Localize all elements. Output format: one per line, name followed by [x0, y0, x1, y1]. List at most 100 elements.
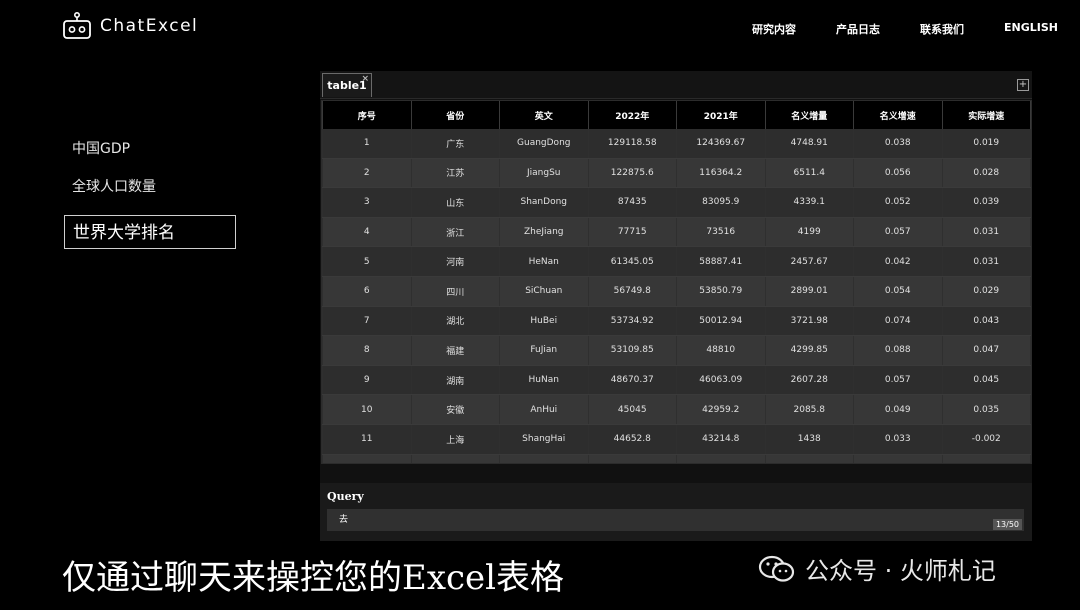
table-row[interactable]: 3 山东 ShanDong 87435 83095.9 4339.1 0.052 0.039 — [322, 187, 1031, 218]
table-row[interactable]: 10 安徽 AnHui 45045 42959.2 2085.8 0.049 0.035 — [322, 394, 1031, 425]
sidebar-item-china-gdp[interactable]: 中国GDP — [64, 135, 236, 173]
table-cell: -0.002 — [941, 424, 1031, 455]
table-cell: 湖南 — [410, 365, 500, 396]
table-cell: 0.054 — [853, 276, 943, 307]
table-cell: 0.019 — [941, 129, 1031, 159]
table-row[interactable]: 4 浙江 ZheJiang 77715 73516 4199 0.057 0.031 — [322, 217, 1031, 248]
table-cell: 河北 — [410, 454, 500, 463]
table-cell: 0.088 — [853, 335, 943, 366]
table-cell: 0.035 — [941, 394, 1031, 425]
table-cell: JiangSu — [499, 158, 589, 189]
tab-bar: table1 × + — [320, 71, 1032, 99]
table-cell: 安徽 — [410, 394, 500, 425]
column-header[interactable]: 实际增速 — [941, 101, 1031, 129]
table-cell: 0.031 — [941, 246, 1031, 277]
table-cell: 4339.1 — [764, 187, 854, 218]
table-cell: 4199 — [764, 217, 854, 248]
table-cell: 1 — [322, 129, 412, 159]
sidebar-item-university-ranking[interactable]: 世界大学排名 — [64, 215, 236, 249]
data-table-scroll[interactable]: 序号 省份 英文 2022年 2021年 名义增量 名义增速 实际增速 1 广东 GuangDon… — [321, 100, 1032, 464]
add-tab-icon[interactable]: + — [1017, 79, 1029, 91]
table-cell: 58887.41 — [676, 246, 766, 277]
column-header[interactable]: 名义增速 — [853, 101, 943, 129]
table-cell: 0.043 — [941, 306, 1031, 337]
table-cell: 福建 — [410, 335, 500, 366]
table-cell: 0.049 — [853, 394, 943, 425]
table-cell: 42370.4 — [587, 454, 677, 463]
table-cell: AnHui — [499, 394, 589, 425]
table-cell: 湖北 — [410, 306, 500, 337]
table-cell: 124369.67 — [676, 129, 766, 159]
close-icon[interactable]: × — [361, 67, 369, 91]
table-cell: 0.039 — [941, 187, 1031, 218]
table-cell: 48810 — [676, 335, 766, 366]
table-cell: 四川 — [410, 276, 500, 307]
table-header-row: 序号 省份 英文 2022年 2021年 名义增量 名义增速 实际增速 — [322, 101, 1031, 129]
table-row[interactable]: 7 湖北 HuBei 53734.92 50012.94 3721.98 0.074 0.04… — [322, 306, 1031, 337]
query-input[interactable]: 去 — [327, 509, 1024, 531]
robot-icon — [63, 12, 91, 39]
table-cell: 50012.94 — [676, 306, 766, 337]
table-cell: HeBei — [499, 454, 589, 463]
table-cell: 0.057 — [853, 365, 943, 396]
table-cell: 129118.58 — [587, 129, 677, 159]
table-cell: 2457.67 — [764, 246, 854, 277]
table-cell: 8 — [322, 335, 412, 366]
table-cell: 2085.8 — [764, 394, 854, 425]
column-header[interactable]: 2021年 — [676, 101, 766, 129]
nav-changelog[interactable]: 产品日志 — [836, 21, 880, 37]
table-cell: 2607.28 — [764, 365, 854, 396]
table-row[interactable]: 1 广东 GuangDong 129118.58 124369.67 4748.91 0.0… — [322, 129, 1031, 159]
table-row[interactable]: 5 河南 HeNan 61345.05 58887.41 2457.67 0.042 0.03… — [322, 246, 1031, 277]
table-cell: 0.038 — [853, 129, 943, 159]
table-cell: 0.074 — [853, 306, 943, 337]
table-row[interactable]: 8 福建 FuJian 53109.85 48810 4299.85 0.088 0.047 — [322, 335, 1031, 366]
tab-table1[interactable]: table1 × — [322, 73, 372, 97]
query-label: Query — [327, 490, 364, 503]
table-cell: FuJian — [499, 335, 589, 366]
table-cell: 河南 — [410, 246, 500, 277]
caption: 仅通过聊天来操控您的Excel表格 — [62, 558, 565, 598]
table-cell: 40391.3 — [676, 454, 766, 463]
table-cell: 122875.6 — [587, 158, 677, 189]
table-row[interactable]: 11 上海 ShangHai 44652.8 43214.8 1438 0.033 -0.00… — [322, 424, 1031, 455]
table-cell: 53109.85 — [587, 335, 677, 366]
column-header[interactable]: 序号 — [322, 101, 412, 129]
logo[interactable]: ChatExcel — [62, 12, 198, 40]
table-cell: 53850.79 — [676, 276, 766, 307]
table-cell: 46063.09 — [676, 365, 766, 396]
logo-text: ChatExcel — [100, 16, 199, 36]
table-cell: 上海 — [410, 424, 500, 455]
table-cell: 1979.1 — [764, 454, 854, 463]
table-cell: 3721.98 — [764, 306, 854, 337]
watermark-text: 公众号 · 火师札记 — [805, 557, 996, 585]
table-cell: 56749.8 — [587, 276, 677, 307]
table-row[interactable]: 9 湖南 HuNan 48670.37 46063.09 2607.28 0.057 0.04… — [322, 365, 1031, 396]
column-header[interactable]: 省份 — [410, 101, 500, 129]
table-cell: 江苏 — [410, 158, 500, 189]
sidebar-item-world-population[interactable]: 全球人口数量 — [64, 173, 236, 211]
table-body: 1 广东 GuangDong 129118.58 124369.67 4748.91 0.0… — [322, 129, 1031, 463]
table-cell: 4299.85 — [764, 335, 854, 366]
table-cell: 山东 — [410, 187, 500, 218]
table-cell: 4748.91 — [764, 129, 854, 159]
nav-research[interactable]: 研究内容 — [752, 21, 796, 37]
column-header[interactable]: 2022年 — [587, 101, 677, 129]
query-char-count: 13/50 — [992, 519, 1022, 530]
table-cell: 0.045 — [941, 365, 1031, 396]
column-header[interactable]: 英文 — [499, 101, 589, 129]
table-cell: 0.049 — [853, 454, 943, 463]
nav-contact[interactable]: 联系我们 — [920, 21, 964, 37]
table-cell: HuBei — [499, 306, 589, 337]
table-cell: GuangDong — [499, 129, 589, 159]
table-cell: SiChuan — [499, 276, 589, 307]
table-cell: 116364.2 — [676, 158, 766, 189]
sidebar: 中国GDP 全球人口数量 世界大学排名 — [64, 135, 236, 249]
column-header[interactable]: 名义增量 — [764, 101, 854, 129]
table-row[interactable]: 6 四川 SiChuan 56749.8 53850.79 2899.01 0.054 0.0… — [322, 276, 1031, 307]
table-row[interactable]: 12河北HeBei42370.440391.31979.10.0490.038 — [322, 454, 1031, 463]
nav-english[interactable]: ENGLISH — [1004, 21, 1058, 37]
table-cell: 10 — [322, 394, 412, 425]
table-row[interactable]: 2 江苏 JiangSu 122875.6 116364.2 6511.4 0.056 0.0… — [322, 158, 1031, 189]
table-cell: 0.031 — [941, 217, 1031, 248]
